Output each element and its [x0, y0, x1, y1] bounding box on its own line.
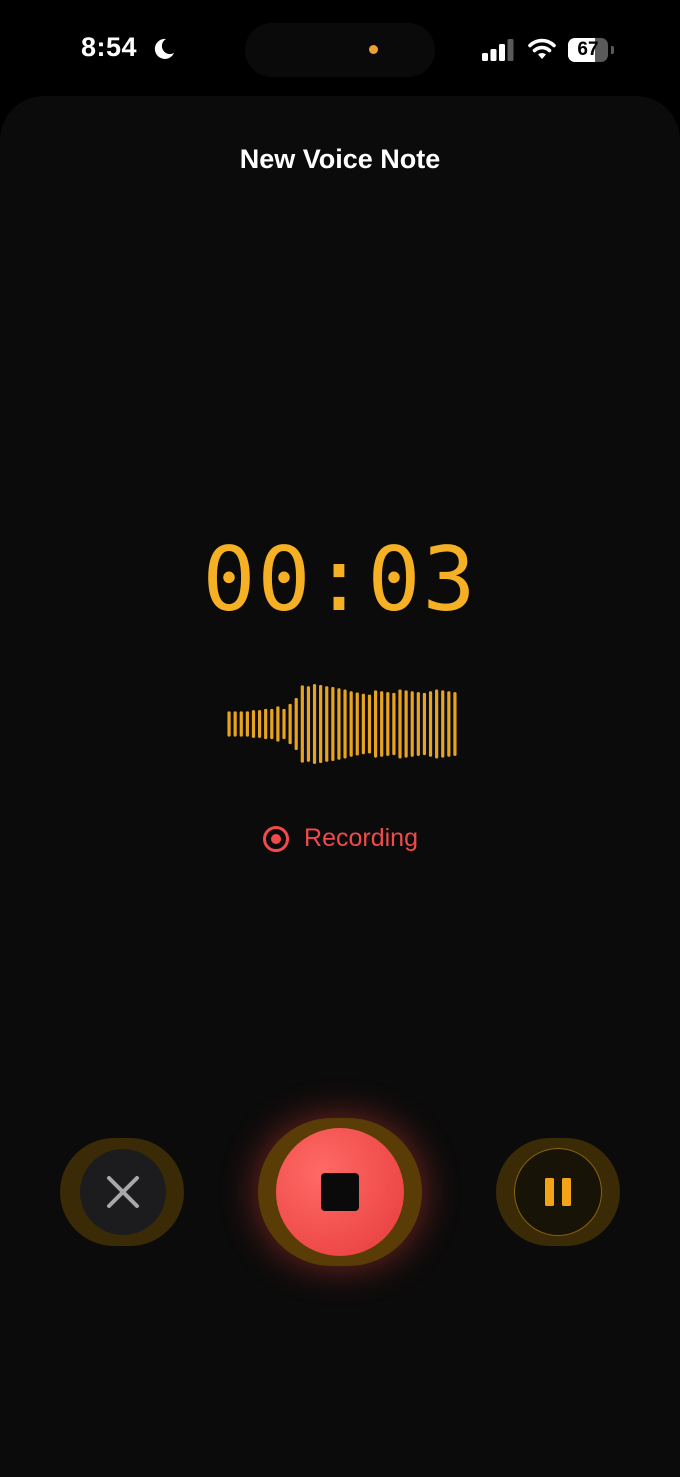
waveform-bar: [447, 691, 451, 757]
recording-label: Recording: [304, 824, 418, 852]
waveform-bar: [398, 689, 402, 759]
waveform-bar: [349, 691, 353, 757]
audio-waveform: [227, 684, 457, 764]
waveform-bar: [270, 708, 274, 740]
waveform-bar: [361, 693, 365, 755]
voice-note-sheet: New Voice Note 00:03 Recording: [0, 96, 680, 1477]
stop-recording-button[interactable]: [258, 1118, 422, 1266]
waveform-bar: [355, 692, 359, 756]
waveform-bar: [422, 692, 427, 756]
battery-icon: 67: [568, 38, 614, 62]
waveform-bar: [392, 692, 396, 756]
waveform-bar: [337, 688, 341, 760]
waveform-bar: [343, 689, 347, 759]
waveform-bar: [257, 710, 262, 738]
waveform-bar: [276, 706, 280, 742]
elapsed-timer: 00:03: [202, 528, 478, 631]
sheet-title: New Voice Note: [239, 144, 441, 174]
waveform-bar: [288, 703, 292, 745]
battery-level: 67: [577, 39, 599, 60]
wifi-icon: [528, 38, 556, 59]
close-icon: [107, 1176, 139, 1208]
status-bar: 8:54 67: [0, 0, 680, 96]
waveform-bar: [373, 690, 378, 758]
cellular-signal-icon: [482, 39, 514, 61]
status-time: 8:54: [81, 32, 138, 62]
waveform-bar: [386, 692, 390, 756]
waveform-bar: [245, 711, 249, 737]
waveform-bar: [264, 708, 268, 740]
waveform-bar: [233, 711, 237, 737]
waveform-bar: [239, 711, 243, 737]
waveform-bar: [453, 692, 457, 756]
waveform-bar: [367, 694, 372, 754]
pause-button[interactable]: [496, 1138, 620, 1246]
waveform-bar: [306, 686, 311, 762]
pause-icon: [545, 1178, 571, 1206]
dynamic-island: [245, 23, 435, 77]
waveform-bar: [428, 691, 433, 757]
waveform-bar: [312, 684, 317, 764]
waveform-bar: [294, 697, 298, 751]
waveform-bar: [325, 686, 329, 762]
waveform-bar: [227, 711, 231, 737]
recording-status: Recording: [0, 824, 680, 858]
waveform-bar: [416, 692, 420, 756]
waveform-bar: [404, 690, 408, 758]
waveform-bar: [435, 689, 439, 759]
cancel-button[interactable]: [60, 1138, 184, 1246]
waveform-bar: [380, 691, 384, 757]
waveform-bar: [251, 710, 256, 738]
waveform-bar: [300, 685, 304, 763]
waveform-bar: [410, 691, 414, 757]
mic-indicator-icon: [369, 45, 378, 54]
stop-icon: [321, 1173, 359, 1211]
record-icon: [263, 825, 290, 852]
waveform-bar: [331, 687, 335, 761]
waveform-bar: [441, 690, 445, 758]
moon-icon: [154, 38, 174, 59]
waveform-bar: [282, 708, 286, 740]
waveform-bar: [319, 684, 323, 764]
